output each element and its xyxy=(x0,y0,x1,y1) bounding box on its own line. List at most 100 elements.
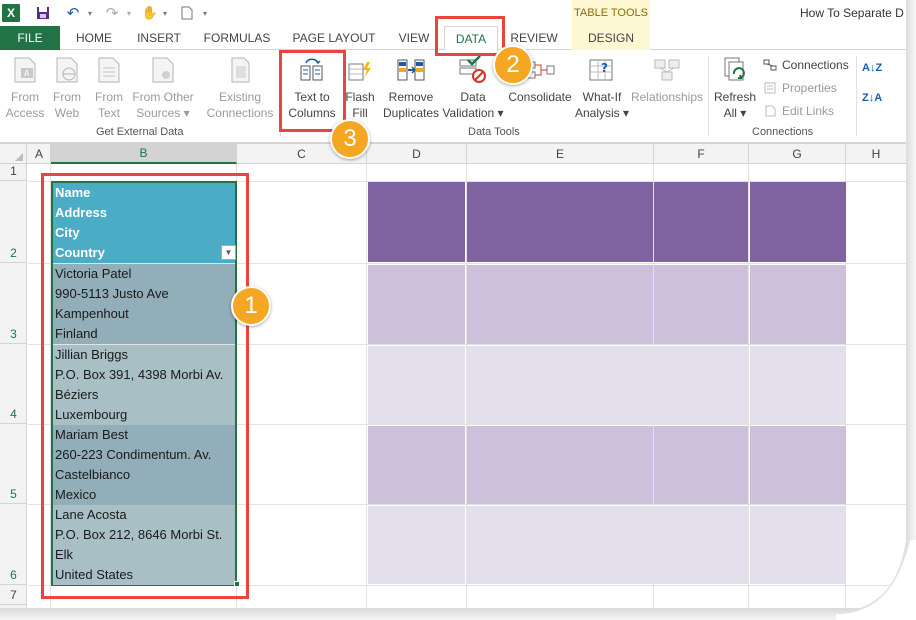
tab-insert[interactable]: INSERT xyxy=(128,26,190,50)
properties-icon xyxy=(762,81,778,95)
redo-dropdown-icon[interactable]: ▾ xyxy=(124,4,134,22)
remove-duplicates-button[interactable]: Remove Duplicates xyxy=(380,54,442,121)
page-shadow-bottom xyxy=(0,608,860,620)
preview-cell xyxy=(467,265,653,344)
from-text-button[interactable]: From Text xyxy=(90,54,128,121)
row-header-7[interactable]: 7 xyxy=(0,585,27,605)
connections-button[interactable]: Connections xyxy=(762,55,849,75)
tab-formulas[interactable]: FORMULAS xyxy=(192,26,282,50)
connections-icon xyxy=(762,58,778,72)
flash-fill-button[interactable]: Flash Fill xyxy=(342,54,378,121)
from-web-button[interactable]: From Web xyxy=(48,54,86,121)
preview-cell xyxy=(750,182,846,262)
preview-cell xyxy=(750,426,846,504)
tab-view[interactable]: VIEW xyxy=(386,26,442,50)
web-icon xyxy=(52,54,82,86)
customize-toolbar-icon[interactable]: ▾ xyxy=(200,4,210,22)
column-header-h[interactable]: H xyxy=(846,144,906,164)
callout-badge-2: 2 xyxy=(493,45,533,85)
existing-connections-label-2: Connections xyxy=(206,106,274,120)
column-header-e[interactable]: E xyxy=(467,144,654,164)
refresh-icon xyxy=(720,54,750,86)
properties-button[interactable]: Properties xyxy=(762,78,837,98)
column-header-a[interactable]: A xyxy=(28,144,51,164)
tab-file[interactable]: FILE xyxy=(0,26,60,50)
existing-connections-button[interactable]: Existing Connections xyxy=(204,54,276,121)
svg-text:?: ? xyxy=(601,61,608,75)
undo-icon[interactable]: ↶ xyxy=(65,4,81,22)
row-header-3[interactable]: 3 xyxy=(0,263,27,344)
refresh-all-label: Refresh xyxy=(713,90,757,104)
preview-cell xyxy=(654,346,748,424)
callout-badge-3: 3 xyxy=(330,119,370,159)
connections-label: Connections xyxy=(782,58,849,72)
column-header-d[interactable]: D xyxy=(367,144,467,164)
preview-cell xyxy=(368,506,465,584)
preview-cell xyxy=(750,265,846,344)
row-header-1[interactable]: 1 xyxy=(0,164,27,181)
window-title: How To Separate D xyxy=(800,6,904,20)
from-other-sources-label-2: Sources ▾ xyxy=(136,106,190,120)
tab-page-layout[interactable]: PAGE LAYOUT xyxy=(284,26,384,50)
flash-fill-icon xyxy=(345,54,375,86)
preview-cell xyxy=(654,506,748,584)
row-header-2[interactable]: 2 xyxy=(0,181,27,263)
edit-links-icon xyxy=(762,104,778,118)
row-headers: 1 2 3 4 5 6 7 xyxy=(0,164,27,610)
preview-cell xyxy=(654,265,748,344)
consolidate-label: Consolidate xyxy=(508,90,572,104)
edit-links-button[interactable]: Edit Links xyxy=(762,101,834,121)
gridline xyxy=(366,164,367,610)
new-document-icon[interactable] xyxy=(180,4,194,22)
from-other-sources-button[interactable]: From Other Sources ▾ xyxy=(130,54,196,121)
preview-cell xyxy=(368,346,465,424)
preview-cell xyxy=(467,346,653,424)
page-curl xyxy=(836,540,916,620)
sort-descending-icon[interactable]: Z↓A xyxy=(862,92,882,104)
highlight-text-to-columns-box xyxy=(279,50,346,132)
preview-cell xyxy=(654,182,748,262)
preview-cell xyxy=(368,426,465,504)
data-validation-label: Data xyxy=(460,90,486,104)
select-all-button[interactable] xyxy=(0,144,27,164)
group-separator xyxy=(856,56,857,136)
preview-cell xyxy=(654,426,748,504)
row-header-6[interactable]: 6 xyxy=(0,504,27,585)
remove-duplicates-label: Remove xyxy=(388,90,434,104)
existing-connections-icon xyxy=(225,54,255,86)
other-sources-icon xyxy=(148,54,178,86)
undo-dropdown-icon[interactable]: ▾ xyxy=(85,4,95,22)
table-tools-label: TABLE TOOLS xyxy=(572,0,650,26)
relationships-icon xyxy=(652,54,682,86)
from-access-button[interactable]: A From Access xyxy=(4,54,46,121)
row-header-4[interactable]: 4 xyxy=(0,344,27,424)
what-if-analysis-button[interactable]: ? What-If Analysis ▾ xyxy=(574,54,630,121)
preview-cell xyxy=(750,346,846,424)
from-web-label-2: Web xyxy=(54,106,80,120)
from-other-sources-label: From Other xyxy=(132,90,194,104)
save-icon[interactable] xyxy=(34,4,52,22)
from-text-label-2: Text xyxy=(97,106,120,120)
preview-cell xyxy=(467,426,653,504)
touch-dropdown-icon[interactable]: ▾ xyxy=(160,4,170,22)
sort-ascending-icon[interactable]: A↓Z xyxy=(862,62,882,74)
column-header-b[interactable]: B xyxy=(51,144,237,164)
from-text-label: From xyxy=(95,90,123,104)
excel-icon[interactable]: X xyxy=(2,4,20,22)
tab-design[interactable]: DESIGN xyxy=(572,26,650,50)
preview-cell xyxy=(467,182,653,262)
touch-mode-icon[interactable]: ✋ xyxy=(142,4,158,22)
from-web-label: From xyxy=(53,90,81,104)
tab-home[interactable]: HOME xyxy=(62,26,126,50)
get-external-data-group-label: Get External Data xyxy=(96,126,184,138)
connections-group-label: Connections xyxy=(752,126,814,138)
styled-table-preview xyxy=(368,182,846,584)
refresh-all-button[interactable]: Refresh All ▾ xyxy=(712,54,758,121)
row-header-5[interactable]: 5 xyxy=(0,424,27,504)
column-header-f[interactable]: F xyxy=(654,144,749,164)
callout-badge-1: 1 xyxy=(231,286,271,326)
sort-descending-label: Z↓A xyxy=(862,92,883,104)
redo-icon[interactable]: ↷ xyxy=(104,4,120,22)
column-header-g[interactable]: G xyxy=(749,144,846,164)
relationships-button[interactable]: Relationships xyxy=(630,54,704,105)
